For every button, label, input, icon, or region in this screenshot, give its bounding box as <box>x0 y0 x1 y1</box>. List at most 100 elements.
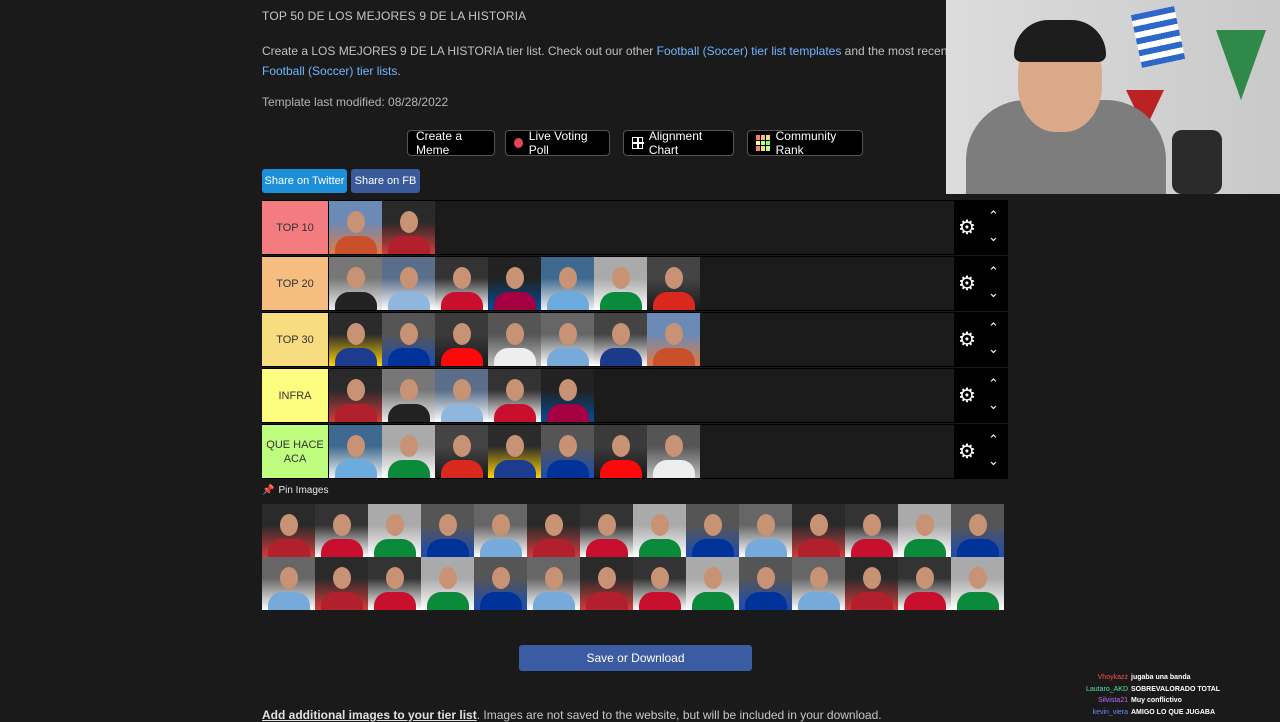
pin-images-toggle[interactable]: 📌 Pin Images <box>262 485 328 496</box>
tier-label[interactable]: TOP 20 <box>262 257 329 310</box>
pool-player-card[interactable] <box>739 557 792 610</box>
tier-label[interactable]: INFRA <box>262 369 329 422</box>
chat-username: Lautaro_AKD <box>1085 685 1128 693</box>
pool-player-card[interactable] <box>686 504 739 557</box>
player-card[interactable] <box>647 313 700 366</box>
chevron-up-icon[interactable]: ⌃ <box>988 321 999 334</box>
player-card[interactable] <box>329 425 382 478</box>
player-card[interactable] <box>488 425 541 478</box>
player-card[interactable] <box>541 313 594 366</box>
chat-username: kevin_viera <box>1092 708 1128 716</box>
tier-controls: ⚙ ⌃ ⌄ <box>954 201 1008 254</box>
pool-player-card[interactable] <box>368 504 421 557</box>
save-download-button[interactable]: Save or Download <box>519 645 752 671</box>
pool-player-card[interactable] <box>580 504 633 557</box>
player-face <box>346 211 365 233</box>
player-jersey <box>440 404 483 422</box>
tier-controls: ⚙ ⌃ ⌄ <box>954 313 1008 366</box>
gear-icon[interactable]: ⚙ <box>958 218 976 238</box>
player-card[interactable] <box>594 257 647 310</box>
community-rank-button[interactable]: Community Rank <box>747 129 863 157</box>
chevron-up-icon[interactable]: ⌃ <box>988 377 999 390</box>
tier-label[interactable]: TOP 10 <box>262 201 329 254</box>
pool-player-card[interactable] <box>474 504 527 557</box>
player-face <box>438 567 457 589</box>
templates-link[interactable]: Football (Soccer) tier list templates <box>657 44 842 58</box>
player-card[interactable] <box>541 425 594 478</box>
chevron-up-icon[interactable]: ⌃ <box>988 265 999 278</box>
pool-player-card[interactable] <box>845 504 898 557</box>
gear-icon[interactable]: ⚙ <box>958 274 976 294</box>
pool-player-card[interactable] <box>368 557 421 610</box>
player-card[interactable] <box>382 369 435 422</box>
player-face <box>968 514 987 536</box>
player-card[interactable] <box>488 313 541 366</box>
share-twitter-button[interactable]: Share on Twitter <box>262 169 347 193</box>
tier-label[interactable]: TOP 30 <box>262 313 329 366</box>
player-card[interactable] <box>435 257 488 310</box>
tier-lists-link[interactable]: Football (Soccer) tier lists <box>262 64 397 78</box>
player-jersey <box>638 592 681 610</box>
player-card[interactable] <box>329 313 382 366</box>
player-card[interactable] <box>594 313 647 366</box>
pool-player-card[interactable] <box>633 504 686 557</box>
chat-message: Vhoykazz jugaba una banda <box>1070 672 1280 684</box>
gear-icon[interactable]: ⚙ <box>958 330 976 350</box>
player-card[interactable] <box>594 425 647 478</box>
pool-player-card[interactable] <box>951 557 1004 610</box>
player-card[interactable] <box>329 201 382 254</box>
player-card[interactable] <box>382 425 435 478</box>
player-face <box>332 567 351 589</box>
chevron-up-icon[interactable]: ⌃ <box>988 209 999 222</box>
pool-player-card[interactable] <box>792 557 845 610</box>
player-card[interactable] <box>488 369 541 422</box>
pool-player-card[interactable] <box>527 504 580 557</box>
player-card[interactable] <box>488 257 541 310</box>
gear-icon[interactable]: ⚙ <box>958 386 976 406</box>
tier-label[interactable]: QUE HACE ACA <box>262 425 329 478</box>
pool-player-card[interactable] <box>474 557 527 610</box>
chevron-down-icon[interactable]: ⌄ <box>988 454 999 467</box>
pool-player-card[interactable] <box>262 557 315 610</box>
template-modified-date: Template last modified: 08/28/2022 <box>262 95 449 109</box>
player-card[interactable] <box>435 425 488 478</box>
player-card[interactable] <box>647 257 700 310</box>
pool-player-card[interactable] <box>898 557 951 610</box>
live-voting-poll-button[interactable]: Live Voting Poll <box>505 129 610 157</box>
pool-player-card[interactable] <box>686 557 739 610</box>
pool-player-card[interactable] <box>315 557 368 610</box>
player-card[interactable] <box>329 369 382 422</box>
pool-player-card[interactable] <box>580 557 633 610</box>
share-fb-button[interactable]: Share on FB <box>351 169 420 193</box>
chevron-up-icon[interactable]: ⌃ <box>988 433 999 446</box>
pool-player-card[interactable] <box>633 557 686 610</box>
chevron-down-icon[interactable]: ⌄ <box>988 342 999 355</box>
pool-player-card[interactable] <box>315 504 368 557</box>
player-jersey <box>267 592 310 610</box>
chevron-down-icon[interactable]: ⌄ <box>988 398 999 411</box>
chevron-down-icon[interactable]: ⌄ <box>988 230 999 243</box>
player-card[interactable] <box>647 425 700 478</box>
player-card[interactable] <box>541 369 594 422</box>
alignment-chart-button[interactable]: Alignment Chart <box>623 129 734 157</box>
create-meme-button[interactable]: Create a Meme <box>407 129 495 157</box>
pool-player-card[interactable] <box>739 504 792 557</box>
gear-icon[interactable]: ⚙ <box>958 442 976 462</box>
player-card[interactable] <box>435 313 488 366</box>
pool-player-card[interactable] <box>527 557 580 610</box>
player-card[interactable] <box>435 369 488 422</box>
player-face <box>703 514 722 536</box>
pool-player-card[interactable] <box>845 557 898 610</box>
player-card[interactable] <box>382 257 435 310</box>
pool-player-card[interactable] <box>792 504 845 557</box>
pool-player-card[interactable] <box>951 504 1004 557</box>
pool-player-card[interactable] <box>421 504 474 557</box>
player-card[interactable] <box>541 257 594 310</box>
pool-player-card[interactable] <box>421 557 474 610</box>
chevron-down-icon[interactable]: ⌄ <box>988 286 999 299</box>
pool-player-card[interactable] <box>262 504 315 557</box>
player-card[interactable] <box>382 313 435 366</box>
player-card[interactable] <box>382 201 435 254</box>
pool-player-card[interactable] <box>898 504 951 557</box>
player-card[interactable] <box>329 257 382 310</box>
